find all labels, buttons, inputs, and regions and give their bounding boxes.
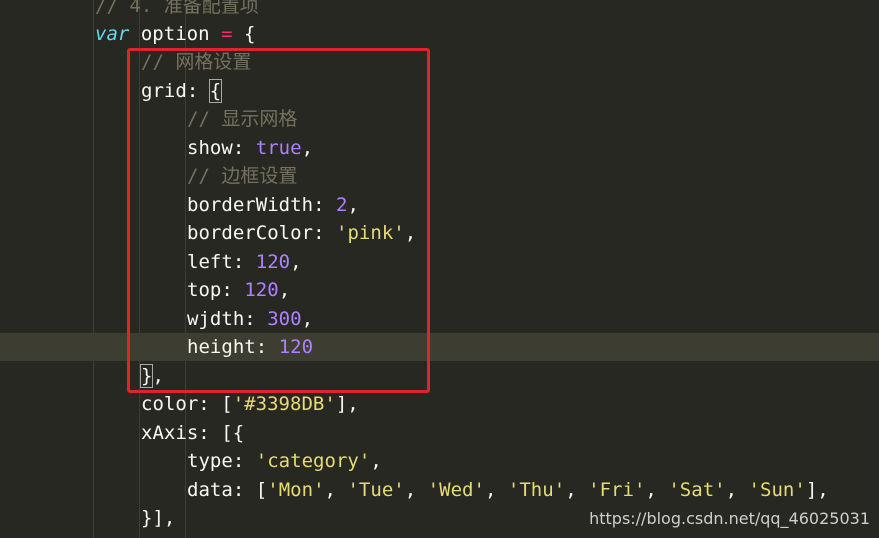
- string-value: 'category': [255, 450, 371, 472]
- punctuation: : [: [232, 479, 268, 501]
- string-value: '#3398DB': [232, 393, 336, 415]
- string-value: 'Thu': [507, 479, 566, 501]
- code-line-0[interactable]: // 4. 准备配置项: [95, 0, 259, 21]
- punctuation: ,: [645, 479, 669, 501]
- string-value: 'Tue': [347, 479, 405, 501]
- watermark-text: https://blog.csdn.net/qq_46025031: [589, 509, 870, 528]
- code-line-16[interactable]: type: 'category',: [187, 447, 382, 476]
- string-value: 'Mon': [267, 479, 325, 501]
- property-key: xAxis: [141, 422, 199, 444]
- brace: {: [232, 422, 245, 444]
- indent-guide: [93, 0, 94, 538]
- property-key: type: [187, 450, 233, 472]
- code-editor[interactable]: // 4. 准备配置项 var option = { // 网格设置 grid:…: [0, 0, 879, 538]
- punctuation: : [: [198, 393, 233, 415]
- string-value: 'Sun': [748, 479, 806, 501]
- punctuation: : [: [198, 422, 233, 444]
- punctuation: ,: [484, 479, 508, 501]
- property-key: data: [187, 479, 233, 501]
- annotation-highlight-box: [127, 48, 430, 393]
- property-key: color: [141, 393, 199, 415]
- punctuation: ,: [370, 450, 382, 472]
- string-value: 'Fri': [588, 479, 646, 501]
- punctuation: ,: [565, 479, 589, 501]
- punctuation: :: [232, 450, 256, 472]
- code-line-14[interactable]: color: ['#3398DB'],: [141, 390, 359, 419]
- code-line-17[interactable]: data: ['Mon', 'Tue', 'Wed', 'Thu', 'Fri'…: [187, 476, 829, 505]
- punctuation: ],: [335, 393, 359, 415]
- punctuation: ,: [725, 479, 749, 501]
- comment: // 4. 准备配置项: [95, 0, 259, 17]
- punctuation: ],: [805, 479, 829, 501]
- identifier: option: [129, 23, 222, 45]
- string-value: 'Wed': [427, 479, 485, 501]
- brace: }],: [141, 507, 176, 529]
- punctuation: ,: [404, 479, 428, 501]
- string-value: 'Sat': [668, 479, 726, 501]
- brace: {: [232, 23, 256, 45]
- code-line-1[interactable]: var option = {: [95, 20, 255, 49]
- operator: =: [221, 23, 233, 45]
- keyword: var: [95, 23, 130, 45]
- punctuation: ,: [324, 479, 348, 501]
- code-line-18[interactable]: }],: [141, 504, 175, 533]
- code-line-15[interactable]: xAxis: [{: [141, 419, 244, 448]
